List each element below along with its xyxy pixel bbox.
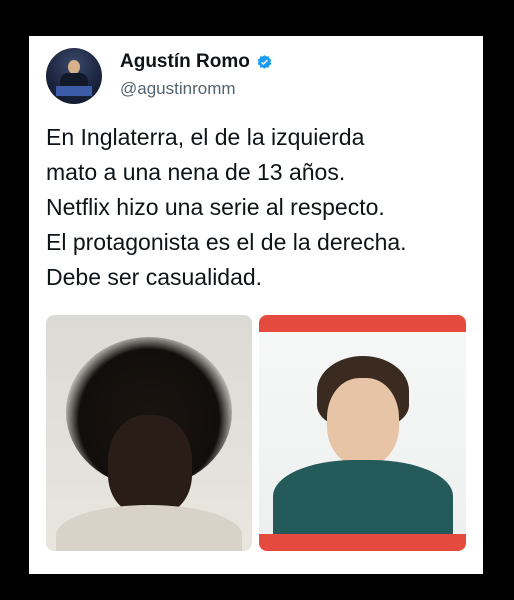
face-shape [108,415,192,515]
avatar[interactable] [46,48,102,104]
author-display-name[interactable]: Agustín Romo [120,51,250,73]
photo-red-border-bottom [259,534,466,551]
shirt-shape [273,460,453,540]
shoulders-shape [56,505,242,551]
author-handle[interactable]: @agustinromm [120,79,236,99]
tweet-text: En Inglaterra, el de la izquierda mato a… [46,124,407,290]
avatar-head-shape [68,60,80,74]
tweet-card: Agustín Romo @agustinromm En Inglaterra,… [29,36,483,574]
author-row: Agustín Romo [120,51,273,73]
photo-background [259,332,466,540]
avatar-podium-shape [56,86,92,96]
media-photo-right[interactable] [259,315,466,551]
verified-badge-icon [257,54,272,69]
face-shape [327,378,399,466]
media-photo-left[interactable] [46,315,252,551]
photo-red-border-top [259,315,466,332]
